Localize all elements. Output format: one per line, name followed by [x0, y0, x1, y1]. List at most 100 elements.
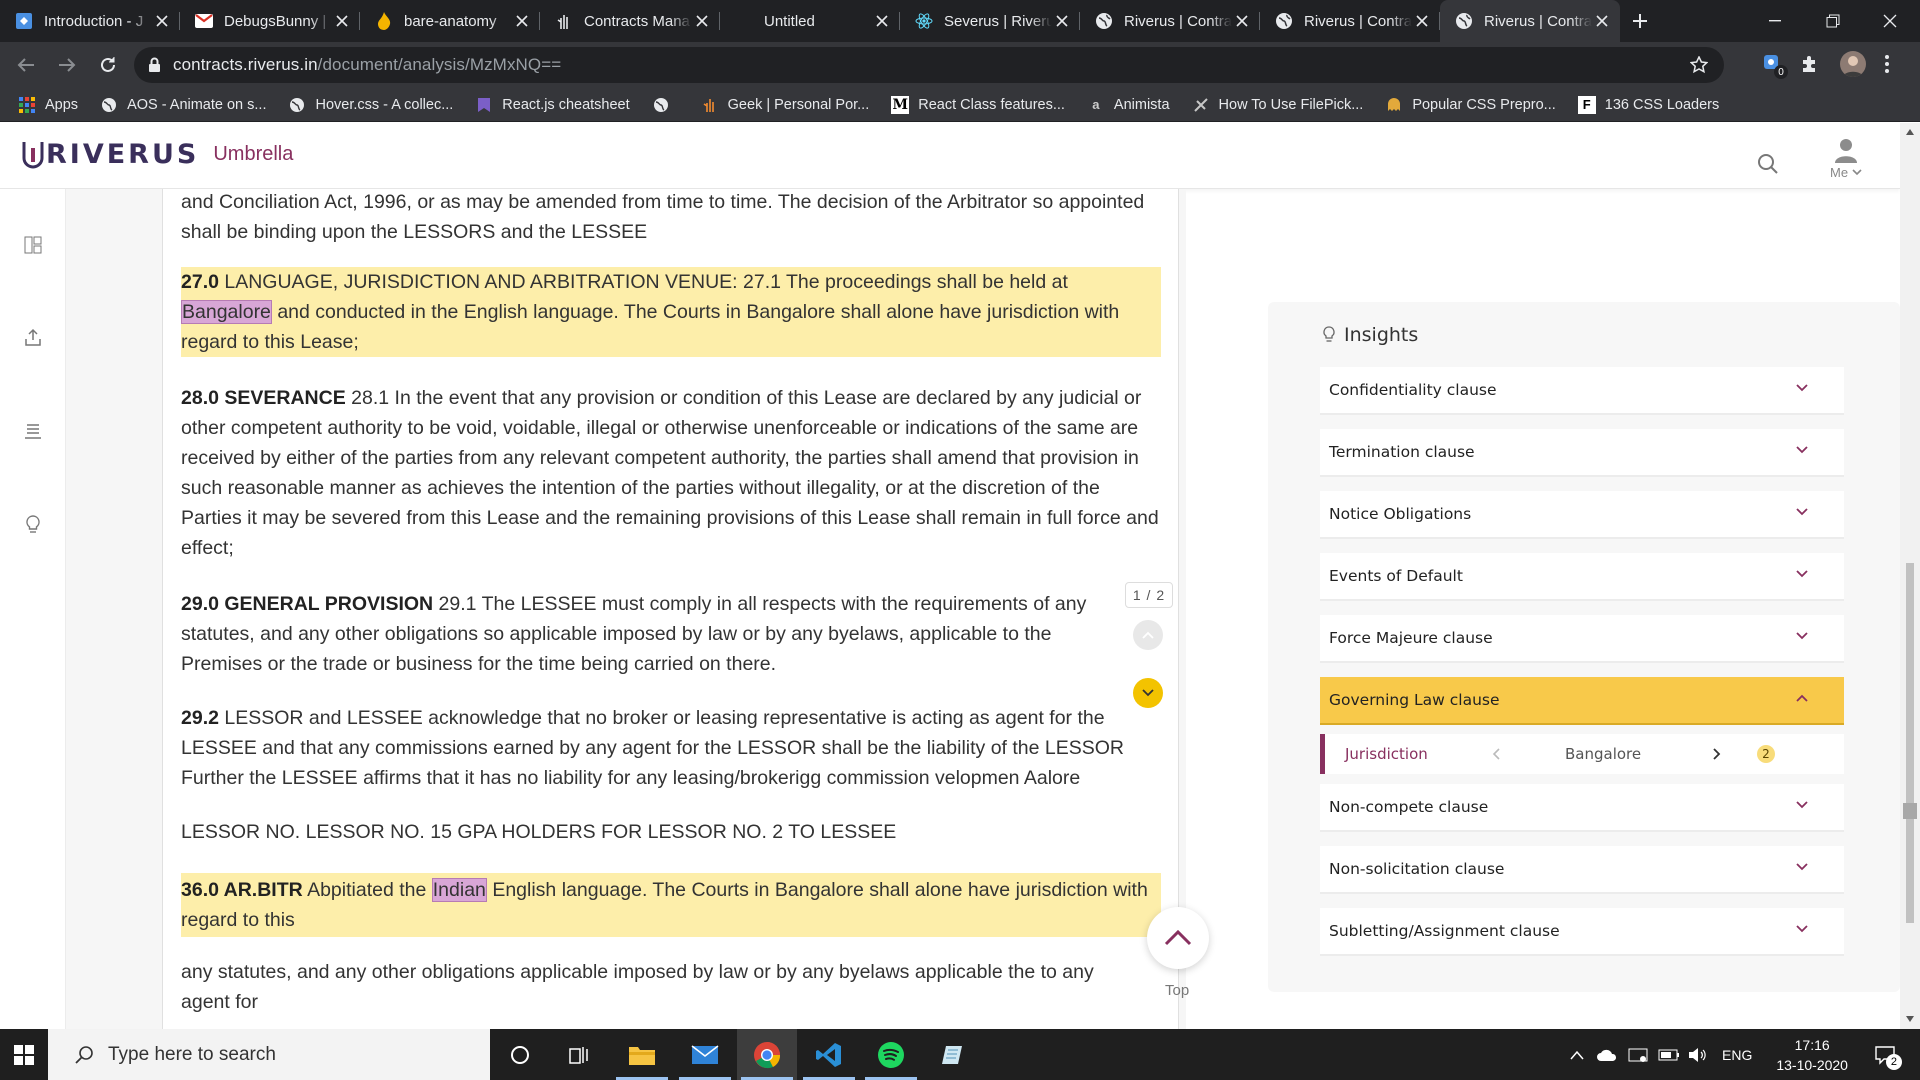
browser-tab[interactable]: Contracts Mana	[540, 0, 720, 42]
riverus-logo[interactable]: RIVERUS Umbrella	[20, 139, 293, 170]
window-close-button[interactable]	[1860, 0, 1920, 42]
apps-grid-icon	[18, 96, 36, 114]
taskbar-vscode[interactable]	[799, 1029, 859, 1080]
back-button[interactable]	[11, 50, 41, 80]
clause-item[interactable]: Notice Obligations	[1320, 491, 1844, 539]
scrollbar-marker[interactable]	[1903, 803, 1917, 819]
close-icon[interactable]	[1052, 11, 1072, 31]
clause-item[interactable]: Force Majeure clause	[1320, 615, 1844, 663]
tab-title: Severus | Riveru	[944, 12, 1052, 30]
clause-item-expanded[interactable]: Governing Law clause	[1320, 677, 1844, 725]
browser-tab[interactable]: bare-anatomy	[360, 0, 540, 42]
clause-label: Subletting/Assignment clause	[1329, 922, 1560, 940]
insight-highlight[interactable]: Indian	[431, 878, 487, 902]
chevron-left-icon[interactable]	[1492, 748, 1500, 760]
bookmark-star-button[interactable]	[1690, 56, 1708, 74]
taskbar-mail[interactable]	[675, 1029, 735, 1080]
windows-taskbar: Type here to search ENG 17:16 13-10-2020…	[0, 1029, 1920, 1080]
documents-nav-button[interactable]	[21, 419, 45, 443]
paragraph-text: 28.1 In the event that any provision or …	[181, 387, 1159, 559]
bookmark-item[interactable]: a Animista	[1087, 96, 1169, 114]
clause-subitem-jurisdiction[interactable]: Jurisdiction Bangalore 2	[1320, 734, 1844, 774]
taskbar-spotify[interactable]	[861, 1029, 921, 1080]
clause-item[interactable]: Non-solicitation clause	[1320, 846, 1844, 894]
clock[interactable]: 17:16 13-10-2020	[1776, 1035, 1848, 1075]
reload-button[interactable]	[93, 50, 123, 80]
close-icon[interactable]	[1592, 11, 1612, 31]
clause-heading: 28.0 SEVERANCE	[181, 387, 346, 409]
taskbar-notes-app[interactable]	[923, 1029, 983, 1080]
taskbar-search[interactable]: Type here to search	[48, 1029, 490, 1080]
close-icon[interactable]	[332, 11, 352, 31]
close-icon[interactable]	[872, 11, 892, 31]
profile-avatar[interactable]	[1840, 51, 1866, 77]
scrollbar-thumb[interactable]	[1906, 563, 1914, 923]
close-icon[interactable]	[152, 11, 172, 31]
browser-tab[interactable]: Severus | Riveru	[900, 0, 1080, 42]
volume-icon[interactable]	[1688, 1047, 1708, 1063]
bookmark-item[interactable]: Hover.css - A collec...	[288, 96, 453, 114]
browser-tab[interactable]: DebugsBunny | C	[180, 0, 360, 42]
battery-icon[interactable]	[1658, 1049, 1680, 1061]
blank-icon	[734, 11, 754, 31]
bookmark-item[interactable]	[652, 96, 679, 114]
network-icon[interactable]	[1628, 1046, 1648, 1064]
spotify-icon	[878, 1041, 904, 1068]
insight-highlight[interactable]: Bangalore	[181, 300, 272, 324]
next-highlight-button[interactable]	[1133, 678, 1163, 708]
browser-tab-active[interactable]: Riverus | Contra	[1440, 0, 1620, 42]
close-icon[interactable]	[692, 11, 712, 31]
extensions-button[interactable]	[1800, 55, 1818, 73]
previous-highlight-button[interactable]	[1133, 620, 1163, 650]
clause-item[interactable]: Subletting/Assignment clause	[1320, 908, 1844, 956]
onedrive-cloud-icon[interactable]	[1596, 1048, 1618, 1062]
cortana-button[interactable]	[490, 1029, 550, 1080]
browser-tab[interactable]: Riverus | Contra	[1260, 0, 1440, 42]
start-button[interactable]	[0, 1029, 48, 1080]
insights-nav-button[interactable]	[21, 513, 45, 537]
bookmark-item[interactable]: F 136 CSS Loaders	[1577, 95, 1719, 114]
new-tab-button[interactable]	[1620, 0, 1660, 42]
action-center-button[interactable]: 2	[1870, 1040, 1902, 1070]
chevron-right-icon[interactable]	[1713, 748, 1721, 760]
taskbar-chrome[interactable]	[737, 1029, 797, 1080]
browser-tab[interactable]: Untitled	[720, 0, 900, 42]
chevron-down-icon	[1796, 801, 1808, 809]
browser-menu-button[interactable]	[1884, 54, 1890, 74]
clause-item[interactable]: Termination clause	[1320, 429, 1844, 477]
extension-button[interactable]: 0	[1762, 53, 1788, 79]
bookmark-item[interactable]: AOS - Animate on s...	[100, 96, 266, 114]
clause-item[interactable]: Non-compete clause	[1320, 784, 1844, 832]
scroll-up-arrow-icon[interactable]	[1906, 129, 1914, 135]
scroll-down-arrow-icon[interactable]	[1906, 1016, 1914, 1022]
close-icon[interactable]	[512, 11, 532, 31]
restore-button[interactable]	[1803, 0, 1863, 42]
chevron-up-icon[interactable]	[1570, 1050, 1584, 1060]
upload-nav-button[interactable]	[21, 325, 45, 349]
clause-item[interactable]: Events of Default	[1320, 553, 1844, 601]
close-icon[interactable]	[1412, 11, 1432, 31]
bookmark-item[interactable]: M React Class features...	[891, 95, 1065, 114]
dashboard-nav-button[interactable]	[21, 233, 45, 257]
bookmark-item[interactable]: React.js cheatsheet	[475, 96, 630, 114]
bookmark-item[interactable]: Geek | Personal Por...	[701, 96, 869, 114]
bookmark-item[interactable]: Popular CSS Prepro...	[1385, 96, 1556, 114]
scroll-top-button[interactable]	[1147, 907, 1209, 969]
close-icon[interactable]	[1232, 11, 1252, 31]
language-indicator[interactable]: ENG	[1722, 1047, 1752, 1063]
clause-item[interactable]: Confidentiality clause	[1320, 367, 1844, 415]
url-bar[interactable]: contracts.riverus.in/document/analysis/M…	[134, 47, 1724, 83]
user-menu[interactable]: Me	[1830, 137, 1862, 180]
taskbar-file-explorer[interactable]	[612, 1029, 672, 1080]
document-paragraph: any statutes, and any other obligations …	[181, 961, 1094, 1013]
bookmark-item[interactable]: How To Use FilePick...	[1192, 96, 1363, 114]
minimize-button[interactable]	[1745, 0, 1805, 42]
browser-tab[interactable]: Introduction - J	[0, 0, 180, 42]
header-search-button[interactable]	[1757, 153, 1779, 175]
task-view-button[interactable]	[550, 1029, 610, 1080]
forward-button[interactable]	[52, 50, 82, 80]
globe-icon	[1274, 11, 1294, 31]
bookmark-apps[interactable]: Apps	[18, 96, 78, 114]
browser-tab[interactable]: Riverus | Contra	[1080, 0, 1260, 42]
page-scrollbar[interactable]	[1900, 123, 1920, 1029]
